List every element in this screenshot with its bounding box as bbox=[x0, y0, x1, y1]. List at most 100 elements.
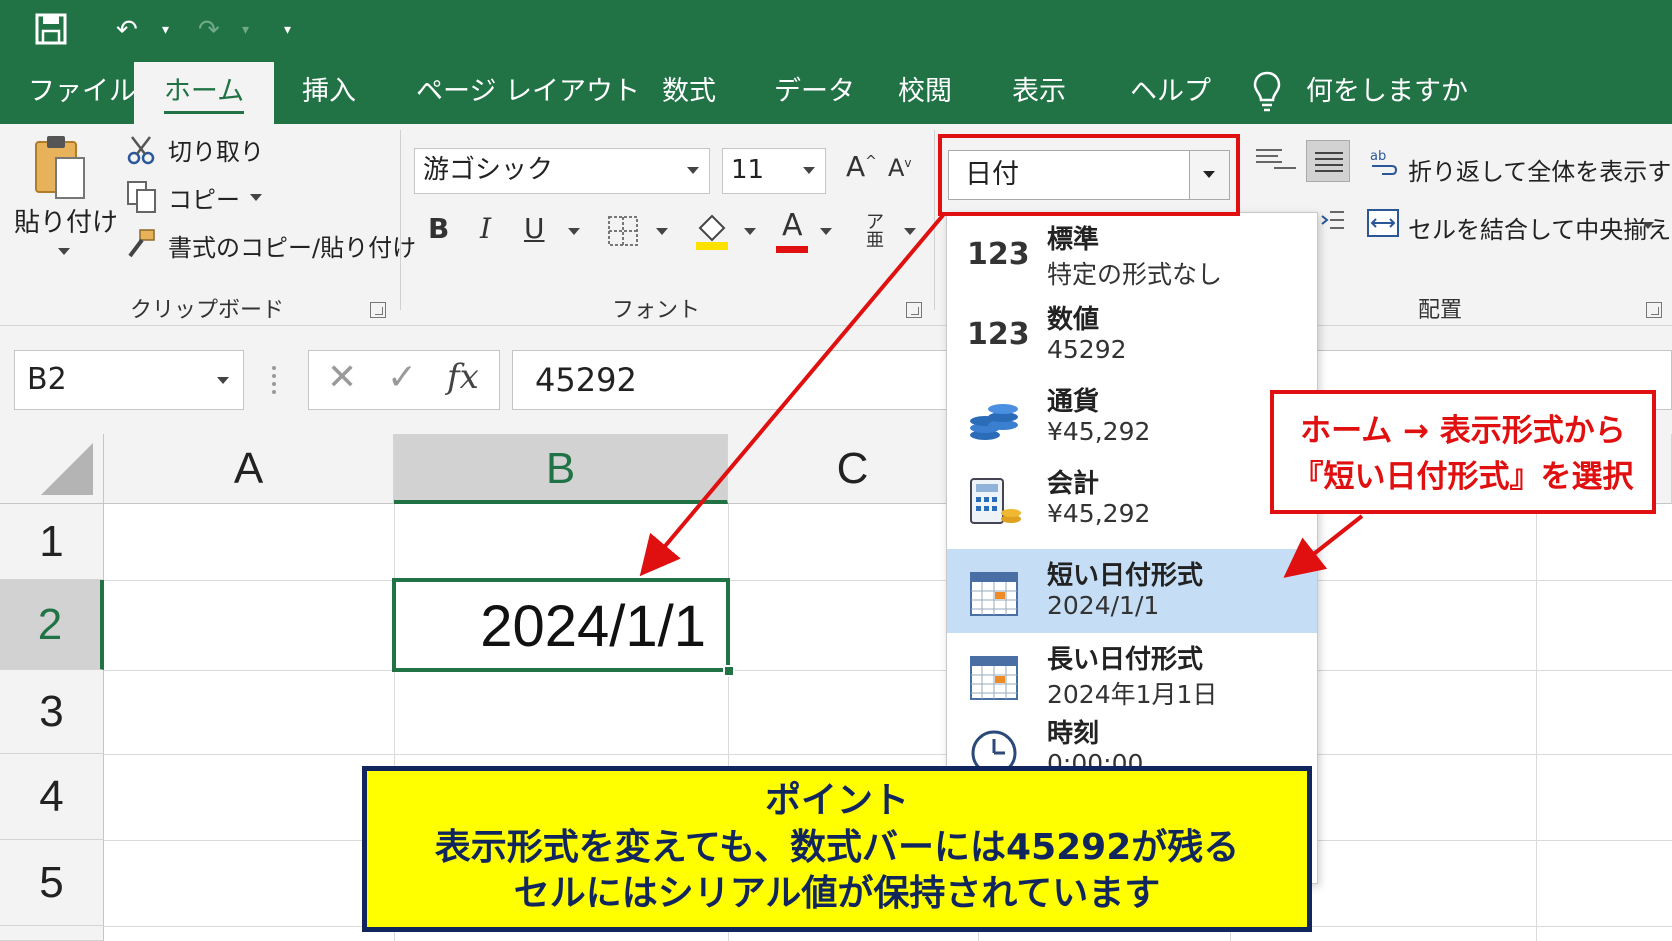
italic-button[interactable]: I bbox=[480, 212, 491, 245]
svg-text:ab: ab bbox=[1370, 149, 1386, 164]
merge-center-icon[interactable] bbox=[1366, 208, 1400, 238]
format-option-currency[interactable]: 通貨 ¥45,292 bbox=[947, 375, 1317, 459]
fill-color-dropdown-icon[interactable] bbox=[744, 228, 756, 235]
row-header-5[interactable]: 5 bbox=[0, 840, 104, 926]
align-top-icon[interactable] bbox=[1254, 146, 1298, 176]
select-all-corner[interactable] bbox=[0, 434, 104, 504]
cell-b2[interactable]: 2024/1/1 bbox=[392, 578, 735, 677]
format-option-short-date[interactable]: 短い日付形式 2024/1/1 bbox=[947, 549, 1317, 633]
merge-center-button[interactable]: セルを結合して中央揃え bbox=[1408, 210, 1671, 245]
font-color-icon[interactable]: A bbox=[782, 208, 803, 243]
row-header-6 bbox=[0, 926, 104, 941]
tab-file[interactable]: ファイル bbox=[28, 72, 136, 124]
clipboard-group-label: クリップボード bbox=[130, 298, 285, 323]
decrease-font-size-icon[interactable]: Av bbox=[888, 154, 912, 182]
format-option-name: 短い日付形式 bbox=[1047, 561, 1204, 591]
number-format-highlight bbox=[938, 134, 1240, 216]
undo-icon[interactable]: ↶ bbox=[116, 12, 138, 48]
font-name-dropdown-icon[interactable] bbox=[687, 167, 699, 174]
borders-dropdown-icon[interactable] bbox=[656, 228, 668, 235]
fill-handle[interactable] bbox=[723, 665, 735, 677]
name-box-dropdown-icon[interactable] bbox=[217, 377, 229, 384]
redo-icon[interactable]: ↷ bbox=[198, 12, 220, 48]
wrap-text-button[interactable]: 折り返して全体を表示する bbox=[1408, 152, 1672, 187]
column-header-b[interactable]: B bbox=[394, 434, 728, 504]
point-line-3: セルにはシリアル値が保持されています bbox=[513, 873, 1161, 914]
row-header-1[interactable]: 1 bbox=[0, 504, 104, 580]
tab-formulas[interactable]: 数式 bbox=[662, 72, 716, 124]
tab-review[interactable]: 校閲 bbox=[898, 72, 952, 124]
tab-page-layout[interactable]: ページ レイアウト bbox=[416, 72, 640, 124]
alignment-dialog-launcher-icon[interactable] bbox=[1646, 302, 1662, 318]
merge-center-dropdown-icon[interactable] bbox=[1642, 222, 1654, 229]
bold-button[interactable]: B bbox=[428, 212, 449, 245]
font-size-select[interactable]: 11 bbox=[722, 148, 826, 194]
coins-icon bbox=[970, 404, 1018, 440]
increase-font-size-icon[interactable]: A^ bbox=[846, 150, 877, 183]
enter-icon[interactable]: ✓ bbox=[387, 357, 417, 398]
format-option-accounting[interactable]: 会計 ¥45,292 bbox=[947, 457, 1317, 541]
underline-dropdown-icon[interactable] bbox=[568, 228, 580, 235]
insert-function-icon[interactable]: fx bbox=[447, 357, 479, 397]
tab-home[interactable]: ホーム bbox=[134, 62, 274, 124]
format-option-general[interactable]: 123 標準 特定の形式なし bbox=[947, 213, 1317, 297]
formula-buttons: ✕ ✓ fx bbox=[308, 350, 500, 410]
row-header-2[interactable]: 2 bbox=[0, 580, 104, 670]
paste-button[interactable]: 貼り付け bbox=[14, 202, 118, 239]
font-name-select[interactable]: 游ゴシック bbox=[414, 148, 710, 194]
phonetic-guide-icon[interactable]: ア亜 bbox=[866, 214, 884, 250]
cell-b2-value: 2024/1/1 bbox=[480, 594, 706, 659]
ribbon-divider bbox=[400, 130, 401, 310]
scissors-icon[interactable] bbox=[126, 134, 158, 166]
row-header-4[interactable]: 4 bbox=[0, 754, 104, 840]
borders-icon[interactable] bbox=[606, 214, 640, 248]
format-painter-button[interactable]: 書式のコピー/貼り付け bbox=[168, 228, 416, 263]
copy-button[interactable]: コピー bbox=[168, 180, 240, 215]
clipboard-dialog-launcher-icon[interactable] bbox=[370, 302, 386, 318]
number-123-icon: 123 bbox=[967, 317, 1030, 352]
align-middle-button[interactable] bbox=[1306, 140, 1350, 182]
copy-dropdown-icon[interactable] bbox=[250, 194, 262, 201]
gridline bbox=[1536, 504, 1537, 941]
format-painter-icon[interactable] bbox=[126, 228, 158, 260]
format-option-name: 長い日付形式 bbox=[1047, 645, 1204, 675]
tab-view[interactable]: 表示 bbox=[1012, 72, 1066, 124]
paste-icon[interactable] bbox=[34, 134, 86, 204]
underline-button[interactable]: U bbox=[524, 212, 545, 245]
tab-help[interactable]: ヘルプ bbox=[1130, 72, 1211, 124]
font-color-dropdown-icon[interactable] bbox=[820, 228, 832, 235]
paste-dropdown-icon[interactable] bbox=[58, 248, 70, 255]
undo-dropdown-icon[interactable]: ▾ bbox=[162, 12, 169, 48]
fill-color-icon[interactable] bbox=[692, 210, 732, 252]
calculator-icon bbox=[970, 478, 1021, 524]
row-header-3[interactable]: 3 bbox=[0, 670, 104, 754]
point-title: ポイント bbox=[764, 780, 909, 821]
ribbon-divider bbox=[934, 130, 935, 310]
font-size-value: 11 bbox=[731, 155, 765, 185]
tab-data[interactable]: データ bbox=[774, 72, 855, 124]
point-callout: ポイント 表示形式を変えても、数式バーには45292が残る セルにはシリアル値が… bbox=[362, 766, 1312, 932]
customize-toolbar-icon[interactable]: ▾ bbox=[284, 12, 291, 48]
formula-bar-splitter[interactable] bbox=[272, 366, 276, 394]
tab-insert[interactable]: 挿入 bbox=[302, 72, 356, 124]
save-icon[interactable] bbox=[34, 12, 68, 46]
column-header-c[interactable]: C bbox=[728, 434, 978, 504]
column-header-a[interactable]: A bbox=[104, 434, 394, 504]
format-option-sample: 2024/1/1 bbox=[1047, 591, 1160, 620]
align-middle-icon bbox=[1315, 152, 1343, 172]
indent-icon[interactable] bbox=[1320, 208, 1346, 236]
font-dialog-launcher-icon[interactable] bbox=[906, 302, 922, 318]
tab-home-underline bbox=[164, 111, 244, 114]
redo-dropdown-icon[interactable]: ▾ bbox=[242, 12, 249, 48]
tell-me-search[interactable]: 何をしますか bbox=[1306, 72, 1468, 124]
cut-button[interactable]: 切り取り bbox=[168, 132, 264, 167]
font-size-dropdown-icon[interactable] bbox=[803, 167, 815, 174]
format-option-number[interactable]: 123 数値 45292 bbox=[947, 293, 1317, 377]
copy-icon[interactable] bbox=[126, 180, 158, 214]
cancel-icon[interactable]: ✕ bbox=[327, 357, 357, 398]
phonetic-dropdown-icon[interactable] bbox=[904, 228, 916, 235]
wrap-text-icon[interactable]: ab bbox=[1368, 146, 1398, 178]
name-box[interactable]: B2 bbox=[14, 350, 244, 410]
format-option-long-date[interactable]: 長い日付形式 2024年1月1日 bbox=[947, 633, 1317, 717]
font-group-label: フォント bbox=[612, 298, 701, 323]
